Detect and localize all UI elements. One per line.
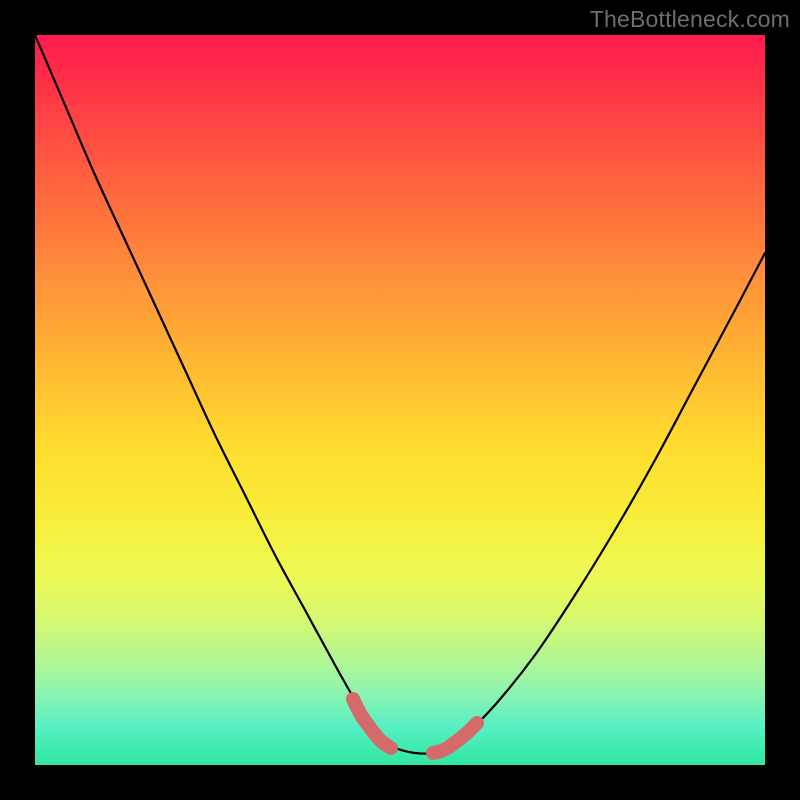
watermark-text: TheBottleneck.com xyxy=(590,6,790,33)
plot-area xyxy=(35,35,765,765)
chart-frame: TheBottleneck.com xyxy=(0,0,800,800)
right-dip-highlight xyxy=(433,723,477,753)
bottleneck-curve xyxy=(35,35,765,754)
chart-svg xyxy=(35,35,765,765)
left-dip-highlight xyxy=(353,699,391,748)
